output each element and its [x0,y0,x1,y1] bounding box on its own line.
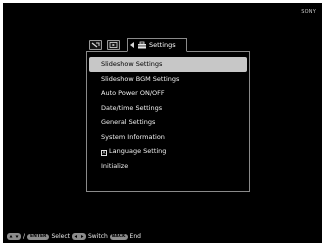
menu-item-label: Date/time Settings [101,103,163,112]
select-label: Select [51,233,70,240]
back-key-icon: BACK [109,233,128,240]
menu-item-slideshow-settings[interactable]: Slideshow Settings [89,57,247,72]
menu-item-language-setting[interactable]: A Language Setting [89,144,247,159]
language-icon: A [101,150,107,156]
menu-item-label: Auto Power ON/OFF [101,89,165,97]
menu-item-slideshow-bgm-settings[interactable]: Slideshow BGM Settings [89,72,247,87]
switch-label: Switch [88,233,108,240]
tools-icon [91,42,100,48]
enter-key-icon: ENTER [27,233,50,240]
menu-item-label: Slideshow BGM Settings [101,74,180,83]
left-right-keys-icon [72,233,86,240]
tab-left-arrow-icon [130,42,134,48]
menu-item-system-information[interactable]: System Information [89,130,247,145]
key-guide-bar: / ENTER Select Switch BACK End [3,230,322,243]
screen: SONY Settings Slideshow Settings Slidesh… [3,3,322,243]
settings-menu: Slideshow Settings Slideshow BGM Setting… [89,57,247,173]
separator-text: / [23,233,26,240]
menu-item-label: System Information [101,132,165,141]
tab-tools[interactable] [89,40,102,50]
menu-item-date-time-settings[interactable]: Date/time Settings [89,101,247,116]
tab-settings[interactable]: Settings [127,38,187,52]
menu-item-label: Initialize [101,161,129,170]
menu-item-auto-power[interactable]: Auto Power ON/OFF [89,86,247,101]
up-down-keys-icon [7,233,21,240]
menu-item-label: Slideshow Settings [101,60,163,68]
tab-slideshow[interactable] [107,40,120,50]
toolbox-icon [138,41,146,49]
play-icon [109,42,118,48]
end-label: End [129,233,141,240]
menu-item-label: Language Setting [109,147,167,155]
tab-settings-label: Settings [149,41,176,49]
menu-item-label: General Settings [101,118,156,126]
brand-logo: SONY [301,9,316,15]
menu-item-initialize[interactable]: Initialize [89,159,247,174]
menu-item-general-settings[interactable]: General Settings [89,115,247,130]
